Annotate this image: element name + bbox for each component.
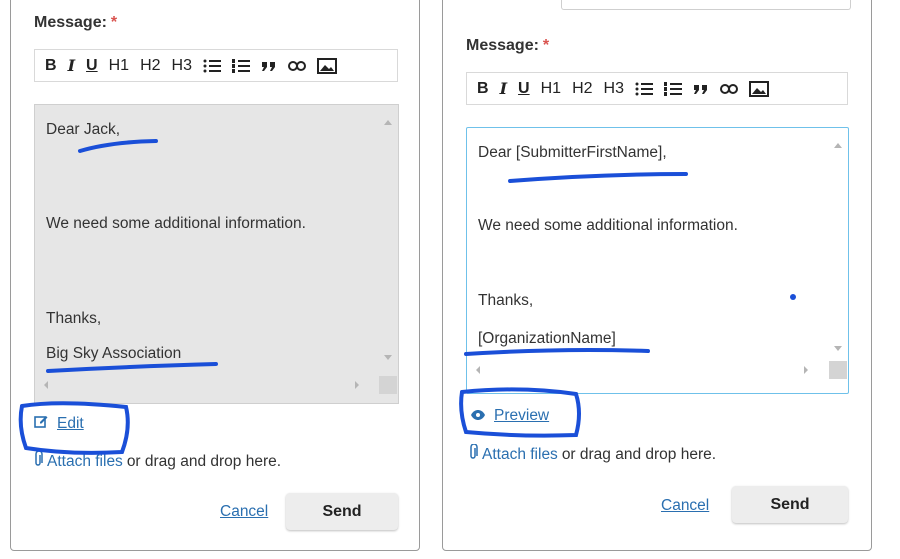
formatting-toolbar: B I U H1 H2 H3	[466, 72, 848, 105]
vertical-scrollbar[interactable]	[380, 106, 397, 368]
message-editor[interactable]: Dear Jack, We need some additional infor…	[34, 104, 399, 404]
link-icon[interactable]	[287, 60, 306, 72]
attach-files-hint: or drag and drop here.	[126, 452, 282, 470]
left-message-panel: Message: * B I U H1 H2 H3 Dear Jack, We n…	[10, 0, 420, 551]
heading2-button[interactable]: H2	[572, 80, 592, 97]
attach-files-row: Attach files or drag and drop here.	[34, 450, 282, 472]
annotation-dot	[790, 294, 796, 300]
underline-button[interactable]: U	[518, 80, 530, 97]
edit-icon	[34, 414, 48, 433]
paperclip-icon	[469, 443, 478, 465]
editor-line-closing: Thanks,	[46, 310, 102, 327]
image-icon[interactable]	[748, 80, 769, 97]
heading3-button[interactable]: H3	[172, 57, 192, 74]
heading1-button[interactable]: H1	[541, 80, 561, 97]
edit-toggle-label: Edit	[57, 414, 84, 432]
editor-line-signature: [OrganizationName]	[478, 330, 616, 347]
vertical-scrollbar[interactable]	[830, 129, 847, 359]
italic-button[interactable]: I	[500, 80, 507, 97]
attach-files-link[interactable]: Attach files	[47, 453, 123, 471]
heading3-button[interactable]: H3	[604, 80, 624, 97]
horizontal-scrollbar[interactable]	[36, 376, 381, 394]
heading2-button[interactable]: H2	[140, 57, 160, 74]
cancel-button[interactable]: Cancel	[220, 503, 268, 521]
paperclip-icon	[34, 450, 43, 472]
attach-files-link[interactable]: Attach files	[482, 446, 558, 464]
message-label-text: Message:	[466, 37, 539, 54]
cancel-button[interactable]: Cancel	[661, 497, 709, 515]
numbered-list-icon[interactable]	[231, 58, 250, 74]
required-mark: *	[110, 14, 118, 31]
image-icon[interactable]	[316, 57, 337, 74]
eye-icon	[471, 407, 485, 425]
bullet-list-icon[interactable]	[203, 58, 221, 74]
quote-icon[interactable]	[261, 60, 277, 72]
link-icon[interactable]	[719, 83, 738, 95]
bullet-list-icon[interactable]	[635, 81, 653, 97]
preview-toggle[interactable]: Preview	[471, 407, 549, 425]
attach-files-row: Attach files or drag and drop here.	[469, 443, 717, 465]
underline-button[interactable]: U	[86, 57, 98, 74]
right-message-panel: Message: * B I U H1 H2 H3 Dear [Submitter…	[442, 0, 872, 551]
message-editor[interactable]: Dear [SubmitterFirstName], We need some …	[466, 127, 849, 394]
italic-button[interactable]: I	[68, 57, 75, 74]
editor-line-greeting: Dear Jack,	[46, 121, 121, 138]
send-button[interactable]: Send	[732, 486, 848, 523]
preview-toggle-label: Preview	[494, 407, 550, 424]
send-button[interactable]: Send	[286, 493, 398, 530]
message-label: Message: *	[466, 37, 549, 55]
editor-line-closing: Thanks,	[478, 292, 534, 309]
attach-files-hint: or drag and drop here.	[561, 445, 717, 463]
message-label-text: Message:	[34, 14, 107, 31]
required-mark: *	[542, 37, 550, 54]
editor-line-signature: Big Sky Association	[46, 345, 182, 362]
message-label: Message: *	[34, 14, 117, 32]
horizontal-scrollbar[interactable]	[468, 361, 830, 379]
heading1-button[interactable]: H1	[109, 57, 129, 74]
scrollbar-corner	[829, 361, 847, 379]
editor-line-greeting: Dear [SubmitterFirstName],	[478, 144, 667, 161]
bold-button[interactable]: B	[477, 80, 489, 97]
edit-toggle[interactable]: Edit	[34, 414, 84, 433]
editor-line-body: We need some additional information.	[46, 215, 306, 232]
bold-button[interactable]: B	[45, 57, 57, 74]
scrollbar-corner	[379, 376, 397, 394]
previous-field-input[interactable]	[561, 0, 851, 10]
editor-line-body: We need some additional information.	[478, 217, 738, 234]
numbered-list-icon[interactable]	[663, 81, 682, 97]
quote-icon[interactable]	[693, 83, 709, 95]
formatting-toolbar: B I U H1 H2 H3	[34, 49, 398, 82]
